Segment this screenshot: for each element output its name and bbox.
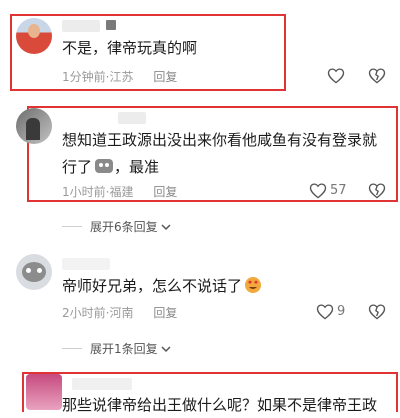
broken-heart-icon — [368, 68, 386, 84]
dislike-button[interactable] — [368, 182, 386, 199]
username[interactable] — [62, 258, 110, 270]
comment-time: 1分钟前 — [62, 70, 106, 84]
like-count: 9 — [337, 304, 346, 319]
divider — [62, 348, 82, 349]
heart-icon — [309, 183, 327, 199]
comment-time: 2小时前 — [62, 306, 106, 320]
chevron-down-icon — [161, 345, 171, 352]
comment-1: 不是，律帝玩真的啊 1分钟前·江苏 回复 — [0, 0, 400, 96]
comment-meta: 1分钟前·江苏 回复 — [62, 70, 178, 84]
like-button[interactable] — [327, 67, 345, 84]
comment-time: 1小时前 — [62, 185, 106, 199]
avatar[interactable] — [16, 108, 52, 144]
dislike-button[interactable] — [368, 67, 386, 84]
dislike-button[interactable] — [368, 303, 386, 320]
comment-location: 江苏 — [109, 70, 134, 84]
comment-3: 帝师好兄弟，怎么不说话了 2小时前·河南 回复 9 — [0, 250, 400, 330]
user-badge-icon — [106, 20, 116, 30]
comment-text: 帝师好兄弟，怎么不说话了 — [62, 273, 262, 299]
comment-meta: 1小时前·福建 回复 — [62, 185, 178, 199]
username[interactable] — [72, 378, 132, 390]
comment-text-line1: 想知道王政源出没出来你看他咸鱼有没有登录就 — [62, 131, 378, 149]
reply-button[interactable]: 回复 — [153, 70, 177, 84]
comment-4-partial: 那些说律帝给出王做什么呢？如果不是律帝王政 — [0, 364, 400, 414]
comment-location: 河南 — [109, 306, 134, 320]
avatar[interactable] — [16, 254, 52, 290]
heart-icon — [316, 304, 334, 320]
like-count: 57 — [330, 183, 347, 198]
expand-replies-button[interactable]: 展开1条回复 — [62, 340, 172, 357]
comment-text: 那些说律帝给出王做什么呢？如果不是律帝王政 — [62, 396, 378, 414]
comment-2: 想知道王政源出没出来你看他咸鱼有没有登录就 行了 ，最准 1小时前·福建 回复 5… — [0, 96, 400, 206]
comment-meta: 2小时前·河南 回复 — [62, 306, 178, 320]
emoji-icon — [95, 159, 114, 173]
expand-replies-button[interactable]: 展开6条回复 — [62, 218, 172, 235]
avatar[interactable] — [26, 374, 62, 410]
like-button[interactable]: 9 — [316, 303, 345, 320]
avatar[interactable] — [16, 18, 52, 54]
comment-text: 不是，律帝玩真的啊 — [62, 39, 198, 57]
chevron-down-icon — [161, 223, 171, 230]
heart-eyes-emoji-icon — [245, 277, 262, 293]
comment-text-line2: 行了 ，最准 — [62, 158, 160, 176]
comment-location: 福建 — [109, 185, 134, 199]
reply-button[interactable]: 回复 — [153, 306, 177, 320]
divider — [62, 226, 82, 227]
broken-heart-icon — [368, 183, 386, 199]
like-button[interactable]: 57 — [309, 182, 347, 199]
reply-button[interactable]: 回复 — [153, 185, 177, 199]
username[interactable] — [62, 20, 116, 32]
heart-icon — [327, 68, 345, 84]
broken-heart-icon — [368, 304, 386, 320]
username[interactable] — [118, 112, 146, 124]
